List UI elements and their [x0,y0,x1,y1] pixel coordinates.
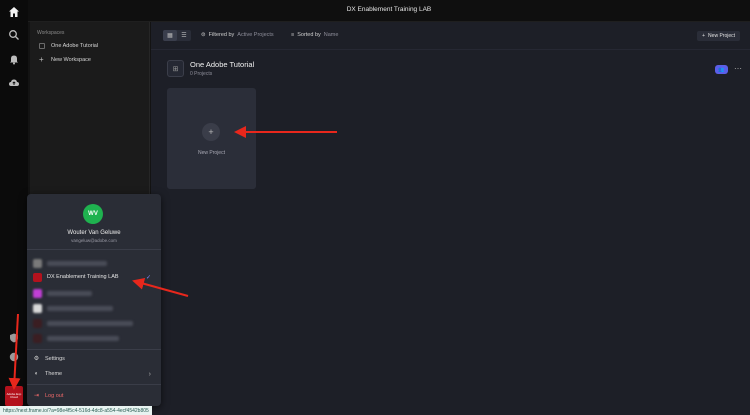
blurred-text [47,305,113,311]
workspace-grid-icon: ⊞ [167,60,184,77]
blurred-text [47,290,92,296]
filter-value: Active Projects [237,32,274,38]
org-icon [33,333,42,343]
workspace-icon [39,43,45,49]
plus-icon: + [39,55,44,64]
new-workspace-button[interactable]: + New Workspace [39,55,91,65]
settings-label: Settings [45,356,65,362]
sort-control[interactable]: ≡ Sorted by Name [291,32,338,38]
workspaces-heading: Workspaces [37,30,65,36]
top-bar: DX Enablement Training LAB [28,0,750,22]
sort-label: Sorted by [297,32,321,38]
main-area: ▦ ☰ ⊜ Filtered by Active Projects ≡ Sort… [151,22,750,415]
plus-icon: + [702,33,706,39]
theme-icon: ◐ [34,370,39,377]
view-toggle[interactable]: ▦ ☰ [163,30,191,41]
plus-icon: + [202,123,220,141]
user-name: Wouter Van Geluwe [67,230,121,236]
share-users-icon[interactable]: 👥 [715,65,728,74]
theme-menu-item[interactable]: ◐ Theme › [33,369,155,379]
new-project-button[interactable]: + New Project [697,31,740,41]
sort-icon: ≡ [291,32,295,38]
shield-icon[interactable] [7,331,21,345]
filter-label: Filtered by [208,32,235,38]
sort-value: Name [323,32,339,38]
grid-view-icon[interactable]: ▦ [163,30,177,41]
new-workspace-label: New Workspace [51,57,91,63]
workspace-item-one-adobe-tutorial[interactable]: One Adobe Tutorial [39,41,98,51]
bell-icon[interactable] [7,52,21,66]
new-project-card[interactable]: + New Project [167,88,256,189]
chevron-right-icon: › [148,370,151,378]
workspace-name: One Adobe Tutorial [190,60,255,69]
logout-menu-item[interactable]: ⇥ Log out [33,391,155,401]
logout-label: Log out [45,393,64,399]
workspace-item-label: One Adobe Tutorial [51,43,99,49]
org-icon [33,288,42,298]
blurred-text [47,335,119,341]
org-avatar-tile[interactable]: Adobe Exp Cloud [5,386,23,406]
org-icon [33,303,42,313]
account-popup: WV Wouter Van Geluwe vangeluw@adobe.com … [27,194,161,406]
divider [27,349,161,350]
new-project-button-label: New Project [708,33,735,39]
check-icon: ✓ [145,274,151,281]
new-project-card-label: New Project [198,150,225,156]
org-item-blurred[interactable] [33,287,155,299]
org-item-blurred[interactable] [33,317,155,329]
blurred-text [47,320,133,326]
home-icon[interactable] [7,5,21,19]
logout-icon: ⇥ [33,392,40,399]
more-options-icon[interactable]: ⋯ [734,64,742,73]
left-rail: Adobe Exp Cloud [0,0,28,415]
org-item-active[interactable]: DX Enablement Training LAB ✓ [33,271,155,283]
org-item-blurred[interactable] [33,332,155,344]
toolbar: ▦ ☰ ⊜ Filtered by Active Projects ≡ Sort… [151,22,750,50]
user-email: vangeluw@adobe.com [71,238,117,243]
search-icon[interactable] [7,28,21,42]
window-title: DX Enablement Training LAB [346,6,432,13]
blurred-text [47,260,107,266]
user-avatar: WV [83,204,103,224]
gear-icon: ⚙ [33,355,40,362]
cloud-upload-icon[interactable] [7,76,21,90]
active-org-name: DX Enablement Training LAB [47,274,119,280]
settings-menu-item[interactable]: ⚙ Settings [33,354,155,364]
filter-control[interactable]: ⊜ Filtered by Active Projects [201,32,274,38]
divider [27,384,161,385]
theme-label: Theme [45,371,63,377]
status-url: https://next.frame.io/?a=98e4f5c4-516d-4… [0,406,152,415]
org-icon [33,318,42,328]
help-icon[interactable] [7,350,21,364]
divider [27,249,161,250]
org-icon [33,258,42,268]
workspace-header: ⊞ One Adobe Tutorial 0 Projects [167,60,254,77]
org-item-blurred[interactable] [33,302,155,314]
org-item-blurred[interactable] [33,257,155,269]
org-tile-text: Adobe Exp Cloud [6,392,22,399]
list-view-icon[interactable]: ☰ [177,30,191,41]
project-count: 0 Projects [190,71,213,77]
filter-icon: ⊜ [201,32,206,38]
org-icon [33,272,42,282]
